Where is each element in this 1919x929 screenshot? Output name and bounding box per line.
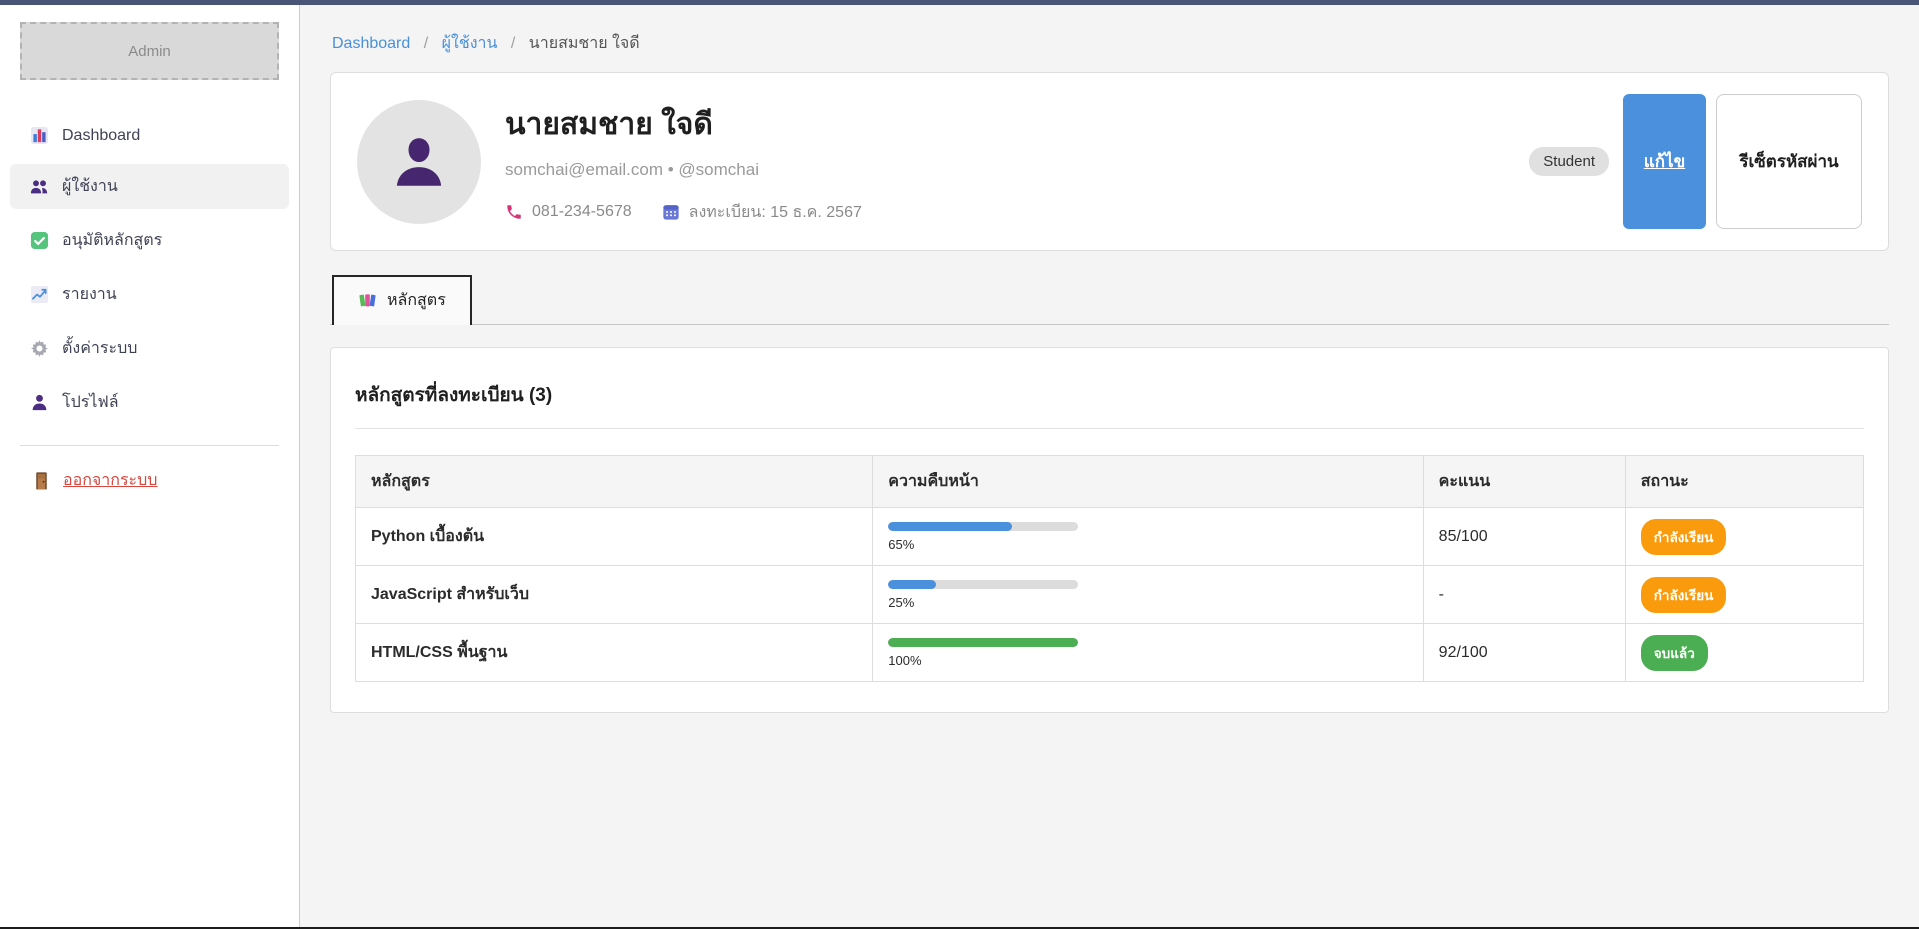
- report-chart-icon: [30, 285, 49, 304]
- role-badge: Student: [1529, 147, 1609, 176]
- breadcrumb-link-users[interactable]: ผู้ใช้งาน: [442, 35, 498, 52]
- sidebar-item-reports[interactable]: รายงาน: [10, 272, 289, 317]
- profile-person-icon: [30, 393, 49, 412]
- tab-bar: หลักสูตร: [330, 274, 1889, 325]
- course-progress-cell: 25%: [873, 566, 1423, 624]
- sidebar-item-label: ผู้ใช้งาน: [62, 174, 118, 199]
- breadcrumb-separator: /: [424, 35, 428, 52]
- course-row: Python เบื้องต้น 65% 85/100 กำลังเรียน: [356, 508, 1864, 566]
- course-score: -: [1423, 566, 1625, 624]
- progress-bar: [888, 580, 1078, 589]
- logout-label: ออกจากระบบ: [63, 468, 157, 493]
- header-progress: ความคืบหน้า: [873, 456, 1423, 508]
- edit-button[interactable]: แก้ไข: [1623, 94, 1706, 229]
- reset-password-button[interactable]: รีเซ็ตรหัสผ่าน: [1716, 94, 1862, 229]
- approve-check-icon: [30, 231, 49, 250]
- course-status-cell: กำลังเรียน: [1625, 508, 1863, 566]
- sidebar-divider: [20, 445, 279, 446]
- profile-registered-item: ลงทะเบียน: 15 ธ.ค. 2567: [662, 200, 862, 225]
- course-score: 85/100: [1423, 508, 1625, 566]
- sidebar-item-label: ตั้งค่าระบบ: [62, 336, 137, 361]
- course-row: JavaScript สำหรับเว็บ 25% - กำลังเรียน: [356, 566, 1864, 624]
- progress-label: 100%: [888, 653, 1407, 668]
- profile-registered: ลงทะเบียน: 15 ธ.ค. 2567: [689, 200, 862, 225]
- course-name: Python เบื้องต้น: [356, 508, 873, 566]
- header-status: สถานะ: [1625, 456, 1863, 508]
- table-header-row: หลักสูตร ความคืบหน้า คะแนน สถานะ: [356, 456, 1864, 508]
- breadcrumb-link-dashboard[interactable]: Dashboard: [332, 35, 410, 52]
- app-logo: Admin: [20, 22, 279, 80]
- course-progress-cell: 100%: [873, 624, 1423, 682]
- course-progress-cell: 65%: [873, 508, 1423, 566]
- progress-label: 65%: [888, 537, 1407, 552]
- person-silhouette-icon: [385, 128, 453, 196]
- profile-phone: 081-234-5678: [532, 203, 632, 221]
- profile-card: นายสมชาย ใจดี somchai@email.com • @somch…: [330, 72, 1889, 251]
- calendar-icon: [662, 203, 680, 221]
- main-content: Dashboard / ผู้ใช้งาน / นายสมชาย ใจดี นา…: [300, 5, 1919, 927]
- card-divider: [355, 428, 1864, 429]
- dashboard-icon: [30, 126, 49, 145]
- progress-fill: [888, 522, 1012, 531]
- status-badge: กำลังเรียน: [1641, 577, 1727, 613]
- door-icon: [32, 471, 51, 490]
- app-logo-label: Admin: [128, 43, 171, 60]
- sidebar-item-dashboard[interactable]: Dashboard: [10, 116, 289, 155]
- profile-email: somchai@email.com • @somchai: [505, 160, 862, 180]
- sidebar: Admin Dashboard ผู้ใช้งาน อนุมัติหลักสูต…: [0, 5, 300, 927]
- progress-bar: [888, 522, 1078, 531]
- courses-card: หลักสูตรที่ลงทะเบียน (3) หลักสูตร ความคื…: [330, 347, 1889, 713]
- breadcrumb-current: นายสมชาย ใจดี: [529, 35, 640, 52]
- sidebar-menu: Dashboard ผู้ใช้งาน อนุมัติหลักสูตร รายง…: [0, 116, 299, 425]
- status-badge: จบแล้ว: [1641, 635, 1708, 671]
- status-badge: กำลังเรียน: [1641, 519, 1727, 555]
- course-name: JavaScript สำหรับเว็บ: [356, 566, 873, 624]
- gear-icon: [30, 339, 49, 358]
- profile-meta: 081-234-5678 ลงทะเบียน: 15 ธ.ค. 2567: [505, 200, 862, 225]
- sidebar-item-profile[interactable]: โปรไฟล์: [10, 380, 289, 425]
- header-score: คะแนน: [1423, 456, 1625, 508]
- course-status-cell: จบแล้ว: [1625, 624, 1863, 682]
- header-course: หลักสูตร: [356, 456, 873, 508]
- progress-bar: [888, 638, 1078, 647]
- course-row: HTML/CSS พื้นฐาน 100% 92/100 จบแล้ว: [356, 624, 1864, 682]
- profile-info: นายสมชาย ใจดี somchai@email.com • @somch…: [505, 99, 862, 225]
- breadcrumb: Dashboard / ผู้ใช้งาน / นายสมชาย ใจดี: [332, 31, 1887, 56]
- logout-link[interactable]: ออกจากระบบ: [0, 468, 299, 493]
- progress-fill: [888, 580, 936, 589]
- sidebar-item-label: อนุมัติหลักสูตร: [62, 228, 162, 253]
- progress-fill: [888, 638, 1078, 647]
- phone-icon: [505, 203, 523, 221]
- course-status-cell: กำลังเรียน: [1625, 566, 1863, 624]
- sidebar-item-label: โปรไฟล์: [62, 390, 119, 415]
- users-icon: [30, 177, 49, 196]
- tab-courses-label: หลักสูตร: [387, 288, 446, 313]
- progress-label: 25%: [888, 595, 1407, 610]
- sidebar-item-label: Dashboard: [62, 127, 140, 145]
- courses-title: หลักสูตรที่ลงทะเบียน (3): [355, 380, 1864, 410]
- books-icon: [358, 291, 377, 310]
- profile-actions: Student แก้ไข รีเซ็ตรหัสผ่าน: [1529, 94, 1862, 229]
- profile-name: นายสมชาย ใจดี: [505, 101, 862, 148]
- sidebar-item-approve-courses[interactable]: อนุมัติหลักสูตร: [10, 218, 289, 263]
- breadcrumb-separator: /: [511, 35, 515, 52]
- sidebar-item-users[interactable]: ผู้ใช้งาน: [10, 164, 289, 209]
- tab-courses[interactable]: หลักสูตร: [332, 275, 472, 325]
- profile-phone-item: 081-234-5678: [505, 203, 632, 221]
- course-name: HTML/CSS พื้นฐาน: [356, 624, 873, 682]
- course-score: 92/100: [1423, 624, 1625, 682]
- sidebar-item-label: รายงาน: [62, 282, 117, 307]
- courses-table: หลักสูตร ความคืบหน้า คะแนน สถานะ Python …: [355, 455, 1864, 682]
- avatar: [357, 100, 481, 224]
- sidebar-item-settings[interactable]: ตั้งค่าระบบ: [10, 326, 289, 371]
